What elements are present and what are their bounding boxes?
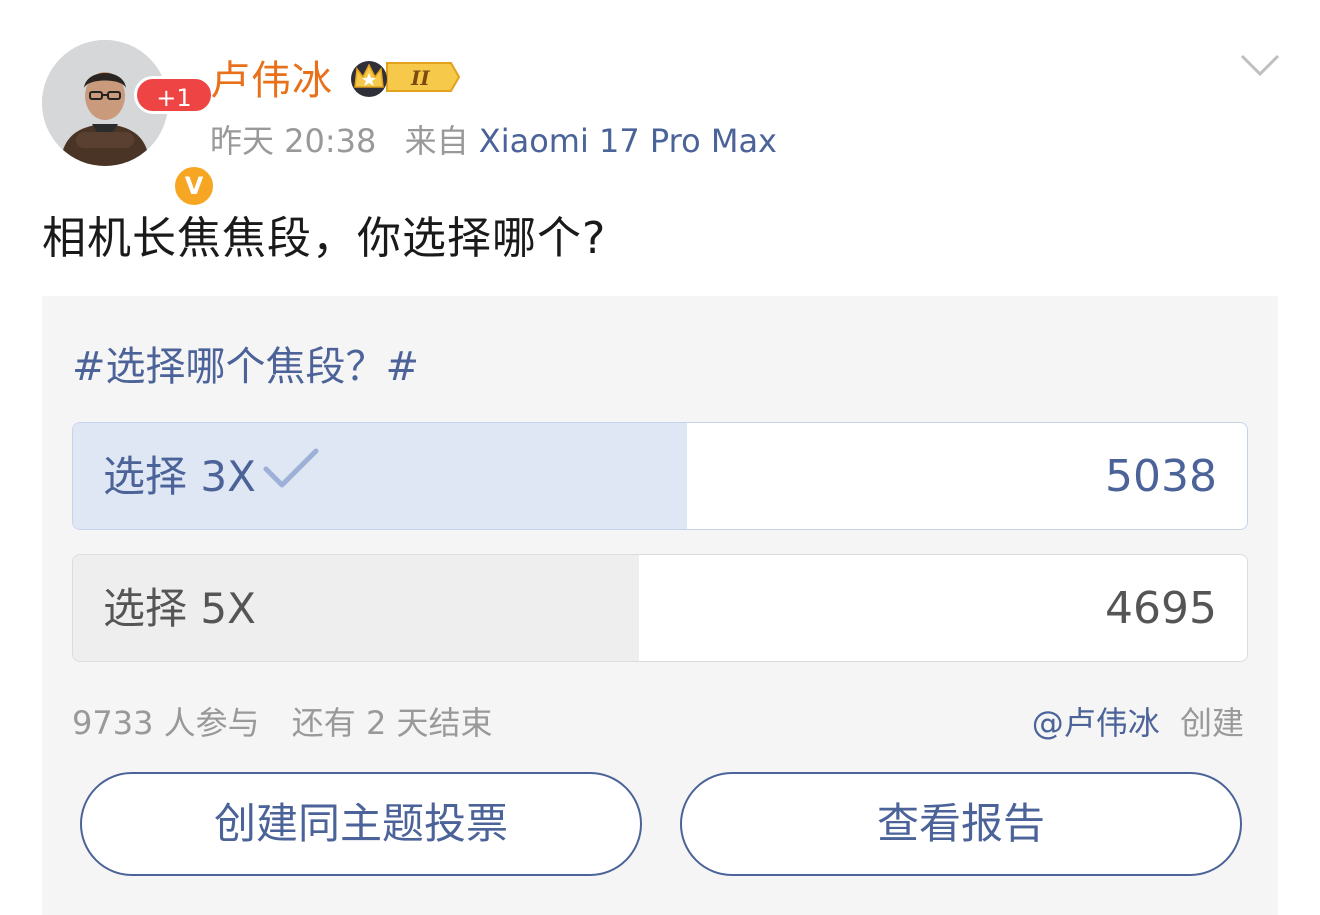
poll-option-5x-votes: 4695 [1105,583,1217,634]
view-report-button[interactable]: 查看报告 [680,772,1242,876]
poll-option-3x[interactable]: 选择 3X 5038 [72,422,1248,530]
poll-creator-link[interactable]: @卢伟冰 [1032,704,1160,742]
crown-badge-icon[interactable]: II [347,55,461,99]
author-name-row: 卢伟冰 II [210,48,461,106]
author-avatar-wrap[interactable]: +1 V [42,40,216,208]
poll-option-5x-label-wrap: 选择 5X [103,555,256,661]
poll-creator: @卢伟冰 创建 [1032,698,1244,744]
poll-stats: 9733 人参与 还有 2 天结束 [72,698,493,744]
poll-option-3x-label-wrap: 选择 3X [103,423,320,529]
chevron-down-icon[interactable] [1238,48,1282,80]
poll-creator-suffix: 创建 [1179,704,1244,742]
author-name[interactable]: 卢伟冰 [210,48,333,106]
poll-card: #选择哪个焦段？# 选择 3X 5038 选择 5X 4695 9733 人参与… [42,296,1278,915]
notification-badge: +1 [134,76,214,114]
create-same-topic-poll-button[interactable]: 创建同主题投票 [80,772,642,876]
poll-option-3x-label: 选择 3X [103,452,256,501]
post-timestamp: 昨天 20:38 [210,122,377,160]
post-meta: 昨天 20:38 来自 Xiaomi 17 Pro Max [210,116,777,162]
poll-time-left: 还有 2 天结束 [291,704,493,742]
check-icon [262,423,320,529]
poll-title[interactable]: #选择哪个焦段？# [72,334,419,392]
crown-level-text: II [410,66,430,90]
poll-option-5x-label: 选择 5X [103,584,256,633]
poll-option-5x[interactable]: 选择 5X 4695 [72,554,1248,662]
post-text: 相机长焦焦段，你选择哪个? [42,213,607,264]
source-device[interactable]: Xiaomi 17 Pro Max [479,122,777,160]
source-prefix: 来自 [404,122,469,160]
poll-option-3x-votes: 5038 [1105,451,1217,502]
poll-participants: 9733 人参与 [72,704,260,742]
